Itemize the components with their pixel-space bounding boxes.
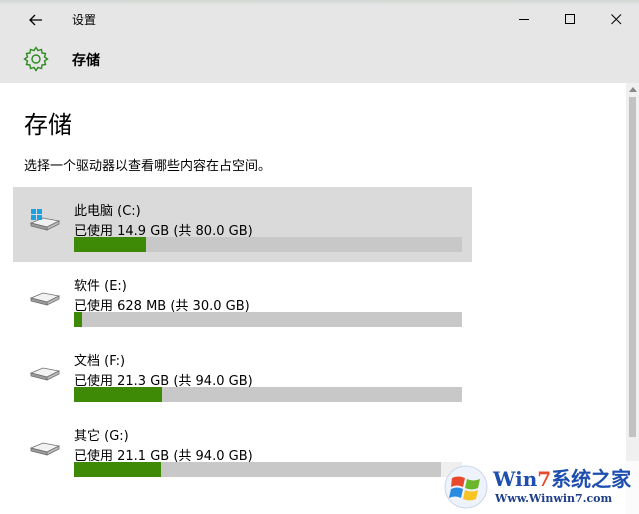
back-button[interactable] xyxy=(22,5,50,34)
minimize-icon xyxy=(518,19,529,20)
drive-name: 此电脑 (C:) xyxy=(74,204,141,219)
drive-icon xyxy=(29,442,61,456)
maximize-button[interactable] xyxy=(547,5,593,34)
drive-icon xyxy=(29,367,61,381)
drive-name: 软件 (E:) xyxy=(74,279,127,294)
usage-bar xyxy=(74,462,462,477)
watermark: Win7系统之家 Www.Winwin7.com xyxy=(441,461,639,514)
watermark-brand-cn: 系统之家 xyxy=(551,467,632,491)
content-area: 存储 选择一个驱动器以查看哪些内容在占空间。 此电脑 (C:) 已使用 14.9… xyxy=(0,83,626,514)
settings-window: 设置 存储 存储 选择一个驱动器以查看哪些内容在占空间。 此电脑 (C:) 已使… xyxy=(0,0,639,514)
usage-bar-fill xyxy=(74,387,163,402)
close-icon xyxy=(610,14,621,25)
page-title: 存储 xyxy=(24,111,72,139)
vertical-scrollbar[interactable] xyxy=(626,83,639,514)
drive-item-c[interactable]: 此电脑 (C:) 已使用 14.9 GB (共 80.0 GB) xyxy=(13,187,472,262)
watermark-brand-w: W xyxy=(493,467,516,491)
maximize-icon xyxy=(564,14,575,24)
watermark-brand-in: in xyxy=(515,467,538,491)
title-bar: 设置 xyxy=(0,5,639,34)
drive-name: 其它 (G:) xyxy=(74,429,129,444)
drive-item-g[interactable]: 其它 (G:) 已使用 21.1 GB (共 94.0 GB) xyxy=(13,412,472,487)
usage-bar-fill xyxy=(74,462,161,477)
scroll-thumb[interactable] xyxy=(629,97,636,437)
back-arrow-icon xyxy=(29,14,42,25)
scroll-up-arrow-icon[interactable] xyxy=(629,87,637,92)
page-subtitle: 选择一个驱动器以查看哪些内容在占空间。 xyxy=(24,159,272,174)
system-drive-icon xyxy=(29,209,61,231)
watermark-brand-7: 7 xyxy=(537,467,552,491)
watermark-brand: Win7系统之家 xyxy=(493,463,631,492)
window-title: 设置 xyxy=(72,13,97,27)
close-button[interactable] xyxy=(593,5,639,34)
page-header: 存储 xyxy=(0,34,639,83)
minimize-button[interactable] xyxy=(501,5,547,34)
usage-bar xyxy=(74,387,462,402)
watermark-url: Www.Winwin7.com xyxy=(495,492,613,505)
gear-icon xyxy=(23,46,49,72)
header-title: 存储 xyxy=(72,53,100,69)
drive-item-e[interactable]: 软件 (E:) 已使用 628 MB (共 30.0 GB) xyxy=(13,262,472,337)
usage-bar xyxy=(74,312,462,327)
windows-flag-logo-icon xyxy=(444,465,488,509)
usage-bar xyxy=(74,237,462,252)
drive-name: 文档 (F:) xyxy=(74,354,126,369)
usage-bar-fill xyxy=(74,312,82,327)
drive-item-f[interactable]: 文档 (F:) 已使用 21.3 GB (共 94.0 GB) xyxy=(13,337,472,412)
usage-bar-fill xyxy=(74,237,147,252)
drive-icon xyxy=(29,292,61,306)
